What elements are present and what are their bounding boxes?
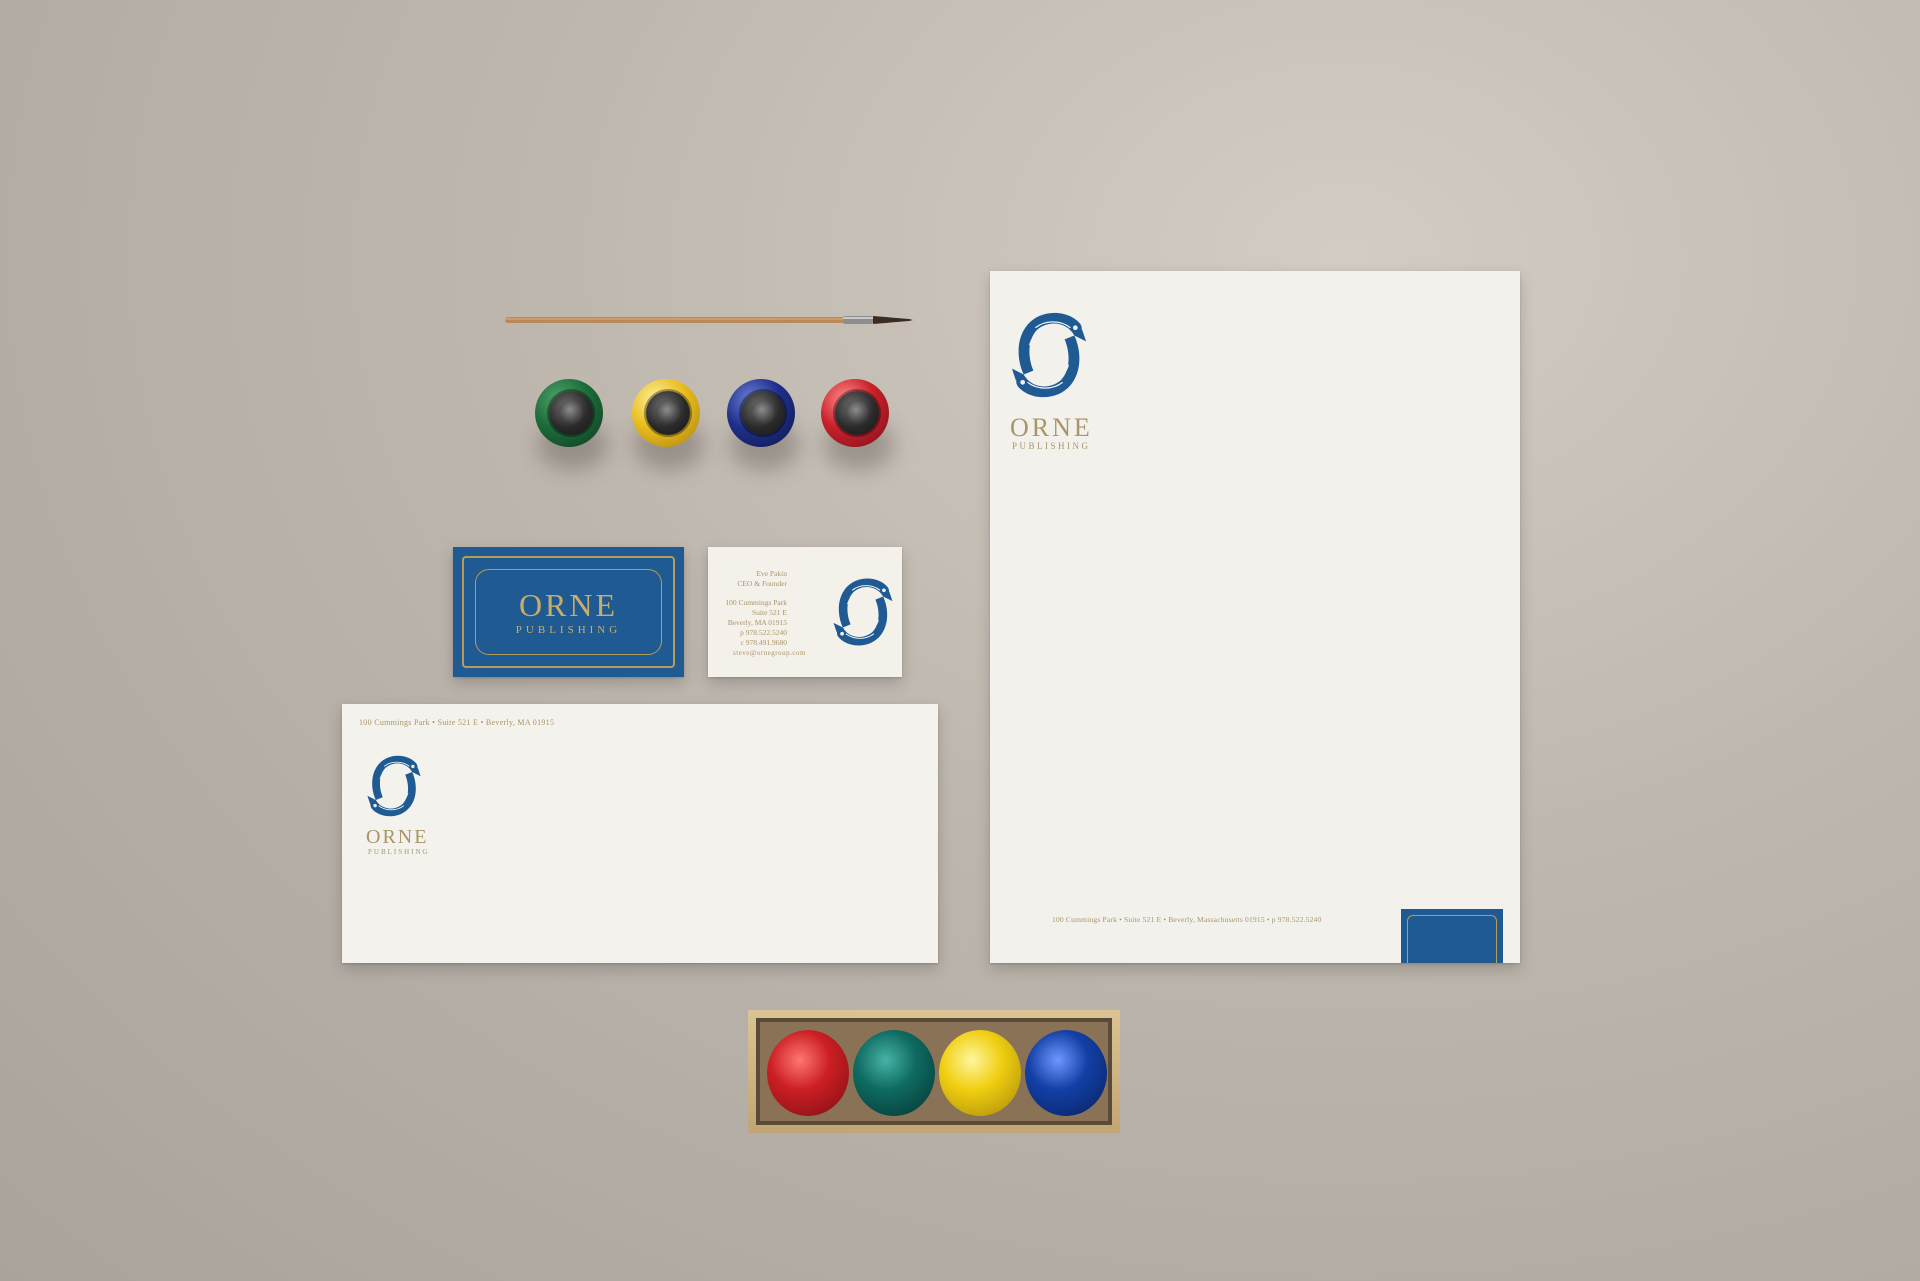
paint-brush	[505, 316, 913, 324]
letterhead-ornate-tab	[1401, 909, 1503, 963]
teal-ink-jar-icon	[853, 1030, 935, 1116]
yellow-ink-bottle-icon	[632, 379, 700, 447]
letterhead: ORNE PUBLISHING 100 Cummings Park • Suit…	[990, 271, 1520, 963]
contact-cell: c 978.491.9680	[740, 638, 787, 647]
blue-ink-jar-icon	[1025, 1030, 1107, 1116]
red-ink-bottle-icon	[821, 379, 889, 447]
contact-address-3: Beverly, MA 01915	[727, 618, 787, 627]
fish-logo-icon	[832, 567, 894, 657]
envelope-return-address: 100 Cummings Park • Suite 521 E • Beverl…	[359, 718, 555, 727]
letterhead-brand-subtitle: PUBLISHING	[1012, 441, 1091, 451]
brand-name: ORNE	[518, 587, 619, 623]
contact-name: Eve Pakin	[756, 569, 787, 578]
green-ink-bottle-icon	[535, 379, 603, 447]
letterhead-brand-name: ORNE	[1010, 413, 1093, 442]
business-card-front: ORNE PUBLISHING	[453, 547, 684, 677]
red-ink-jar-icon	[767, 1030, 849, 1116]
contact-address-1: 100 Cummings Park	[725, 598, 787, 607]
contact-title: CEO & Founder	[737, 579, 787, 588]
blue-ink-bottle-icon	[727, 379, 795, 447]
contact-address-2: Suite 521 E	[752, 608, 787, 617]
brand-subtitle: PUBLISHING	[515, 624, 622, 636]
envelope: 100 Cummings Park • Suite 521 E • Beverl…	[342, 704, 938, 963]
contact-block: Eve Pakin CEO & Founder 100 Cummings Par…	[725, 569, 787, 648]
envelope-brand-name: ORNE	[366, 826, 429, 848]
fish-logo-icon	[366, 748, 422, 824]
yellow-ink-jar-icon	[939, 1030, 1021, 1116]
fish-logo-icon	[1010, 301, 1088, 409]
business-card-back: Eve Pakin CEO & Founder 100 Cummings Par…	[708, 547, 902, 677]
letterhead-footer: 100 Cummings Park • Suite 521 E • Beverl…	[1052, 915, 1322, 924]
envelope-brand-subtitle: PUBLISHING	[368, 848, 430, 856]
contact-email: steve@ornegroup.com	[733, 649, 806, 657]
contact-phone: p 978.522.5240	[740, 628, 787, 637]
